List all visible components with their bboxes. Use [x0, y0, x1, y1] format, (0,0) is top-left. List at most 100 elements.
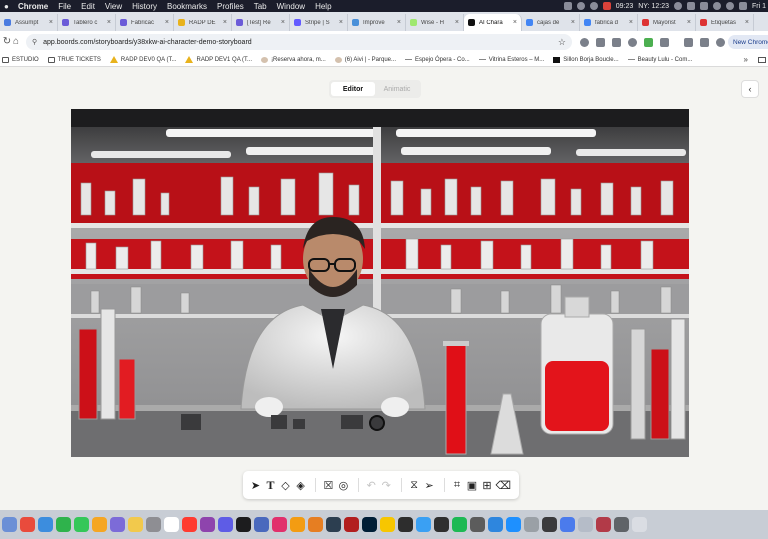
dock-app-icon[interactable]	[308, 517, 323, 532]
menu-item-help[interactable]: Help	[315, 2, 331, 11]
bookmark-item[interactable]: RADP DEV0 QA (T...	[109, 56, 176, 63]
home-icon[interactable]: ⌂	[9, 36, 23, 47]
record-icon[interactable]	[602, 2, 611, 10]
dock-app-icon[interactable]	[470, 517, 485, 532]
trash-icon[interactable]: ⌫	[495, 477, 511, 493]
tab-close-icon[interactable]: ×	[339, 19, 343, 26]
browser-tab[interactable]: Tablero c ×	[58, 14, 116, 31]
camera-icon[interactable]	[596, 37, 605, 47]
dock-app-icon[interactable]	[380, 517, 395, 532]
tab-close-icon[interactable]: ×	[49, 19, 53, 26]
dock-app-icon[interactable]	[254, 517, 269, 532]
bookmark-item[interactable]: Espejo Ópera - Co...	[405, 57, 470, 63]
pen-icon[interactable]	[612, 37, 621, 47]
menu-item-profiles[interactable]: Profiles	[217, 2, 244, 11]
sidepanel-icon[interactable]	[700, 37, 709, 47]
dock-app-icon[interactable]	[20, 517, 35, 532]
bookmark-item[interactable]: Vitrina Esteros – M...	[478, 57, 544, 63]
dock-app-icon[interactable]	[92, 517, 107, 532]
dock-app-icon[interactable]	[326, 517, 341, 532]
tab-close-icon[interactable]: ×	[223, 19, 227, 26]
browser-tab[interactable]: Improve ×	[348, 14, 406, 31]
menu-item-tab[interactable]: Tab	[254, 2, 267, 11]
dock-app-icon[interactable]	[164, 517, 179, 532]
bookmark-item[interactable]: TRUE TICKETS	[47, 56, 101, 63]
tab-close-icon[interactable]: ×	[571, 19, 575, 26]
dock-app-icon[interactable]	[542, 517, 557, 532]
tab-animatic[interactable]: Animatic	[375, 82, 419, 96]
menu-item-bookmarks[interactable]: Bookmarks	[167, 2, 207, 11]
bookmarks-overflow-icon[interactable]: »	[744, 55, 748, 64]
puzzle-icon[interactable]	[660, 37, 669, 47]
new-chrome-button[interactable]: New Chrome	[728, 35, 768, 49]
url-text[interactable]: app.boords.com/storyboards/y38xkw-ai-cha…	[43, 39, 252, 46]
all-bookmarks-folder-icon[interactable]	[758, 56, 766, 63]
dock-app-icon[interactable]	[452, 517, 467, 532]
menu-item-view[interactable]: View	[105, 2, 122, 11]
apple-icon[interactable]: ●	[4, 2, 14, 11]
control-center-icon[interactable]	[739, 2, 747, 10]
dock-app-icon[interactable]	[110, 517, 125, 532]
play-icon[interactable]	[674, 2, 682, 10]
add-frame-icon[interactable]: ⊞	[480, 477, 493, 493]
dock-app-icon[interactable]	[344, 517, 359, 532]
tab-close-icon[interactable]: ×	[687, 19, 691, 26]
dock-app-icon[interactable]	[614, 517, 629, 532]
dock-app-icon[interactable]	[272, 517, 287, 532]
dock-app-icon[interactable]	[524, 517, 539, 532]
dock-app-icon[interactable]	[362, 517, 377, 532]
crop-icon[interactable]: ⌗	[450, 477, 463, 493]
tab-close-icon[interactable]: ×	[165, 19, 169, 26]
extension-icon[interactable]	[644, 37, 653, 47]
menu-item-window[interactable]: Window	[277, 2, 305, 11]
dock-app-icon[interactable]	[578, 517, 593, 532]
flip-icon[interactable]: ⧖	[408, 477, 421, 493]
dock-app-icon[interactable]	[290, 517, 305, 532]
redo-icon[interactable]: ↷	[380, 477, 393, 493]
tab-close-icon[interactable]: ×	[455, 19, 459, 26]
download-icon[interactable]	[684, 37, 693, 47]
extension-icon[interactable]	[628, 37, 637, 47]
menu-item-edit[interactable]: Edit	[81, 2, 95, 11]
bookmark-item[interactable]: ¡Reserva ahora, m...	[261, 56, 326, 63]
bookmark-item[interactable]: RADP DEV1 QA (T...	[185, 56, 252, 63]
dock-app-icon[interactable]	[56, 517, 71, 532]
lasso-icon[interactable]: ◎	[337, 477, 350, 493]
dock-app-icon[interactable]	[488, 517, 503, 532]
dock-app-icon[interactable]	[200, 517, 215, 532]
tab-close-icon[interactable]: ×	[513, 19, 517, 26]
eraser-icon[interactable]: ◇	[279, 477, 292, 493]
dock-app-icon[interactable]	[146, 517, 161, 532]
status-icon[interactable]	[563, 2, 572, 10]
bookmark-item[interactable]: Beauty Lulu - Com...	[627, 57, 692, 63]
dock-app-icon[interactable]	[506, 517, 521, 532]
extension-icon[interactable]	[580, 37, 589, 47]
bookmark-star-icon[interactable]: ☆	[558, 37, 566, 48]
image-replace-icon[interactable]: ▣	[465, 477, 478, 493]
url-omnibox[interactable]: ⚲ app.boords.com/storyboards/y38xkw-ai-c…	[26, 34, 572, 50]
browser-tab[interactable]: cajas de ×	[522, 14, 580, 31]
send-icon[interactable]: ➢	[423, 477, 436, 493]
browser-tab[interactable]: Mayorist ×	[638, 14, 696, 31]
menu-clock-day[interactable]: Fri 1	[752, 3, 766, 10]
browser-tab[interactable]: fabrica d ×	[580, 14, 638, 31]
dock-app-icon[interactable]	[416, 517, 431, 532]
dock-app-icon[interactable]	[236, 517, 251, 532]
dock-app-icon[interactable]	[398, 517, 413, 532]
browser-tab[interactable]: Etiquetas ×	[696, 14, 754, 31]
dock-app-icon[interactable]	[596, 517, 611, 532]
menu-item-history[interactable]: History	[132, 2, 157, 11]
input-source-icon[interactable]	[700, 2, 708, 10]
search-icon[interactable]	[726, 2, 734, 10]
select-cursor-icon[interactable]: ➤	[249, 477, 262, 493]
undo-icon[interactable]: ↶	[365, 477, 378, 493]
paint-bucket-icon[interactable]: ◈	[294, 477, 307, 493]
text-tool-icon[interactable]: T	[264, 477, 277, 493]
menu-item-file[interactable]: File	[58, 2, 71, 11]
menu-item-app[interactable]: Chrome	[18, 2, 48, 11]
browser-tab[interactable]: [Test] Re ×	[232, 14, 290, 31]
bookmark-item[interactable]: (6) Aivi | - Parque...	[334, 56, 396, 63]
tab-close-icon[interactable]: ×	[745, 19, 749, 26]
browser-tab[interactable]: Stripe | S ×	[290, 14, 348, 31]
dock-app-icon[interactable]	[182, 517, 197, 532]
